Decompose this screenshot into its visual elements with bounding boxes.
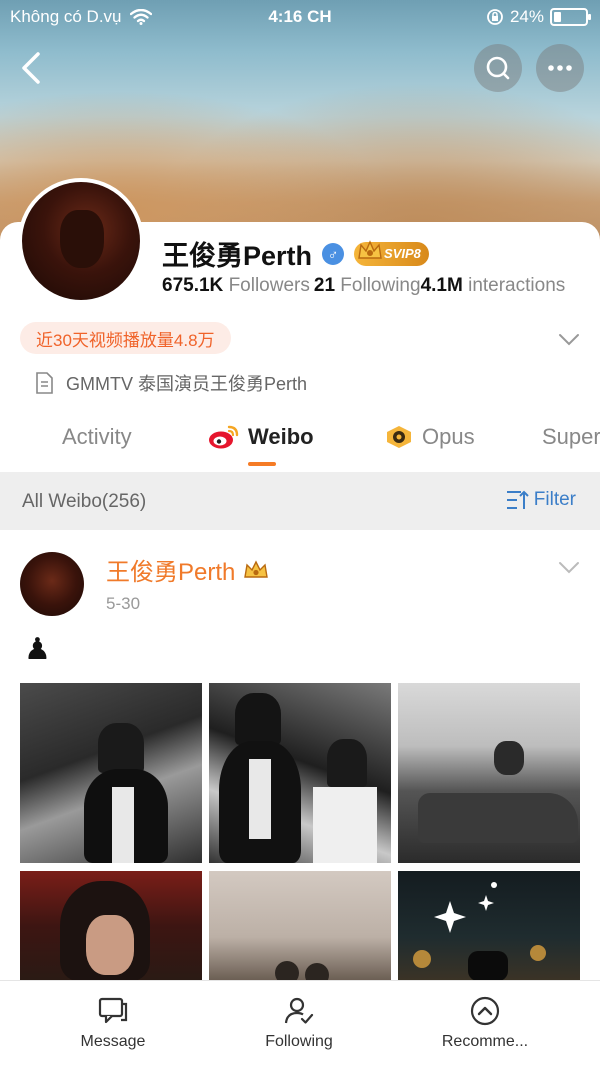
opus-icon: [387, 426, 411, 448]
battery-percent: 24%: [509, 7, 544, 26]
post-photo[interactable]: [20, 683, 202, 863]
following-count[interactable]: 21: [314, 275, 335, 296]
message-icon: [98, 997, 128, 1024]
svip-badge[interactable]: SVIP8: [354, 239, 429, 266]
profile-name: 王俊勇Perth: [162, 241, 313, 271]
tab-label: Weibo: [248, 424, 314, 449]
recommend-icon: [470, 996, 500, 1026]
post-photo[interactable]: [209, 683, 391, 863]
document-icon: [36, 372, 53, 394]
post-date: 5-30: [106, 594, 141, 613]
tab-label: Opus: [422, 424, 475, 449]
search-icon: [486, 56, 510, 80]
tab-label: Activity: [62, 424, 132, 449]
status-right: 24%: [486, 7, 591, 27]
post-text: ♟: [24, 633, 51, 666]
active-tab-indicator: [248, 462, 276, 466]
tab-label: Super: [542, 424, 600, 449]
chevron-down-icon[interactable]: [556, 554, 582, 580]
more-icon: [548, 65, 572, 71]
following-icon: [284, 997, 314, 1024]
post-photo[interactable]: [209, 871, 391, 981]
bio-text: GMMTV 泰国演员王俊勇Perth: [66, 374, 308, 394]
post-photo[interactable]: [398, 871, 580, 981]
post-photo[interactable]: [398, 683, 580, 863]
svip-label: SVIP8: [384, 246, 421, 261]
weibo-logo-icon: [209, 425, 239, 449]
status-bar: Không có D.vụ 4:16 CH 24%: [0, 0, 600, 34]
nav-recommend[interactable]: Recomme...: [405, 995, 565, 1051]
profile-bio: GMMTV 泰国演员王俊勇Perth: [34, 370, 307, 396]
nav-following[interactable]: Following: [219, 995, 379, 1051]
more-button[interactable]: [536, 44, 584, 92]
filter-button[interactable]: Filter: [506, 489, 576, 511]
filter-bar: All Weibo(256) Filter: [0, 472, 600, 530]
tab-opus[interactable]: Opus: [384, 424, 475, 450]
interactions-count: 4.1M: [420, 275, 463, 296]
gender-male-icon: ♂: [322, 242, 345, 265]
followers-label[interactable]: Followers: [229, 275, 310, 296]
followers-count[interactable]: 675.1K: [162, 275, 223, 296]
all-weibo-count: All Weibo(256): [22, 491, 147, 512]
tab-weibo[interactable]: Weibo: [208, 424, 314, 450]
nav-label: Message: [80, 1033, 146, 1050]
nav-label: Recomme...: [441, 1033, 529, 1050]
profile-avatar[interactable]: [18, 178, 144, 304]
battery-icon: [550, 8, 591, 26]
following-label[interactable]: Following: [340, 275, 420, 296]
post-photo[interactable]: [20, 871, 202, 981]
post-author-name: 王俊勇Perth: [106, 559, 236, 586]
sparkle-icon: [413, 882, 546, 981]
crown-icon: [358, 239, 382, 259]
profile-stats: 675.1K Followers 21 Following4.1M interac…: [162, 275, 600, 297]
post-author[interactable]: 王俊勇Perth: [106, 552, 271, 587]
profile-tabs: Activity Weibo Opus Super: [0, 418, 600, 470]
post-author-avatar[interactable]: [20, 552, 84, 616]
interactions-label: interactions: [468, 275, 566, 296]
bottom-nav: Message Following Recomme...: [0, 980, 600, 1067]
nav-message[interactable]: Message: [33, 995, 193, 1051]
filter-label: Filter: [533, 489, 576, 510]
chevron-down-icon[interactable]: [556, 326, 582, 352]
tab-super[interactable]: Super: [542, 424, 600, 450]
back-icon[interactable]: [14, 48, 50, 88]
nav-label: Following: [265, 1033, 333, 1050]
search-button[interactable]: [474, 44, 522, 92]
filter-icon: [506, 490, 529, 509]
tab-activity[interactable]: Activity: [62, 424, 132, 450]
profile-name-row: 王俊勇Perth ♂ SVIP8: [162, 234, 429, 273]
orientation-lock-icon: [487, 9, 503, 25]
weibo-post: 王俊勇Perth 5-30 ♟: [0, 530, 600, 990]
battery-level: [554, 12, 561, 22]
crown-icon: [244, 559, 269, 578]
video-views-pill[interactable]: 近30天视频播放量4.8万: [20, 322, 231, 354]
